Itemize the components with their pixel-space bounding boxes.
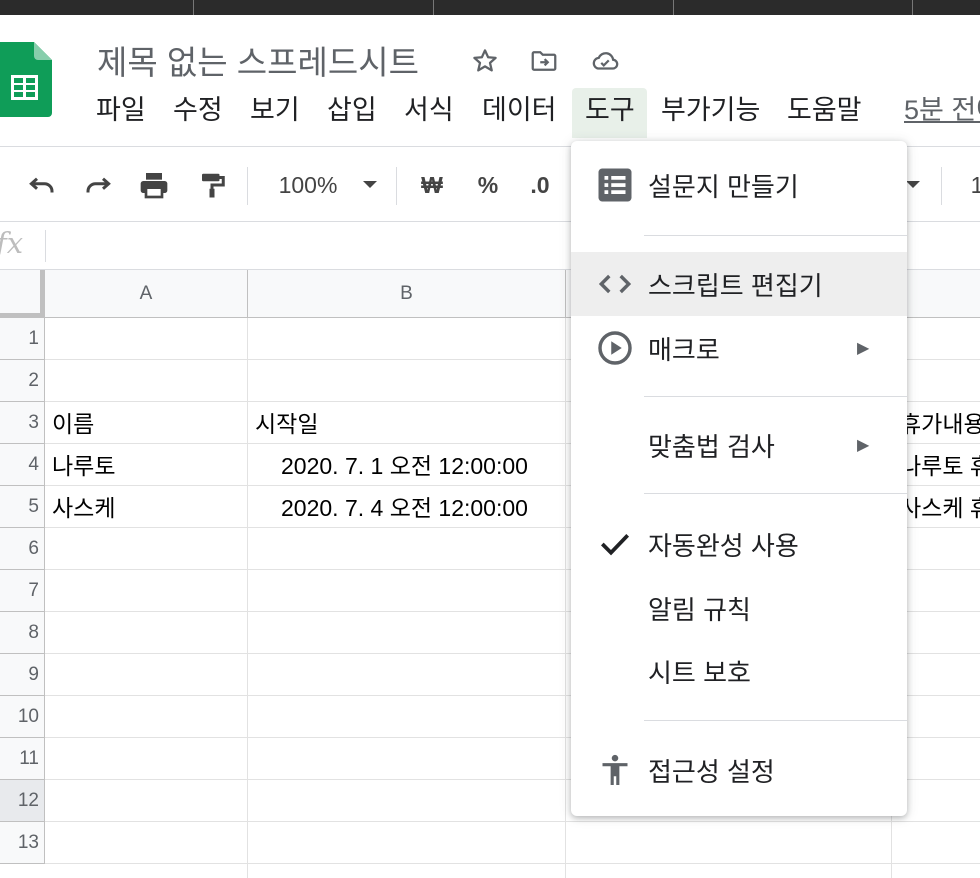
menu-item-script-editor[interactable]: 스크립트 편집기: [571, 252, 907, 316]
menu-item-spell-check[interactable]: 맞춤법 검사 ▶: [571, 413, 907, 477]
fx-icon: fx: [0, 226, 24, 260]
menu-item-accessibility[interactable]: 접근성 설정: [571, 738, 907, 802]
menu-data[interactable]: 데이터: [476, 88, 563, 138]
menu-format[interactable]: 서식: [398, 88, 460, 138]
submenu-arrow-icon: ▶: [857, 437, 870, 454]
zoom-select[interactable]: 100%: [268, 147, 348, 223]
cell-a3[interactable]: 이름: [52, 403, 94, 445]
row-header-5[interactable]: 5: [0, 486, 45, 528]
menu-item-label: 알림 규칙: [648, 594, 751, 625]
code-icon: [595, 264, 635, 304]
check-icon: [595, 524, 635, 564]
play-circle-icon: [595, 328, 635, 368]
row-header-1[interactable]: 1: [0, 318, 45, 360]
menu-file[interactable]: 파일: [90, 88, 152, 138]
cloud-saved-icon[interactable]: [587, 43, 623, 79]
move-to-folder-icon[interactable]: [526, 43, 562, 79]
cell-e4[interactable]: 나루토 휴: [900, 445, 980, 487]
menu-item-autocomplete[interactable]: 자동완성 사용: [571, 512, 907, 576]
menu-item-label: 접근성 설정: [648, 756, 775, 787]
row-header-8[interactable]: 8: [0, 612, 45, 654]
menu-item-label: 자동완성 사용: [648, 530, 799, 561]
print-icon[interactable]: [132, 147, 176, 223]
row-number: 1: [28, 327, 39, 349]
browser-top-strip: [0, 0, 980, 15]
font-size-field[interactable]: 1: [962, 147, 980, 223]
row-number: 3: [28, 411, 39, 433]
cell-e5[interactable]: 사스케 휴: [900, 487, 980, 529]
accessibility-icon: [595, 750, 635, 790]
submenu-arrow-icon: ▶: [857, 340, 870, 357]
row-number: 7: [28, 579, 39, 601]
row-number: 12: [17, 789, 39, 811]
cell-b3[interactable]: 시작일: [255, 403, 318, 445]
menu-addons[interactable]: 부가기능: [655, 88, 766, 138]
row-number: 6: [28, 537, 39, 559]
menu-item-protect-sheet[interactable]: 시트 보호: [571, 639, 907, 703]
star-icon[interactable]: [467, 43, 503, 79]
cell-b4[interactable]: 2020. 7. 1 오전 12:00:00: [281, 445, 528, 487]
menu-item-macros[interactable]: 매크로 ▶: [571, 316, 907, 380]
row-header-3[interactable]: 3: [0, 402, 45, 444]
menu-view[interactable]: 보기: [244, 88, 306, 138]
menu-tools[interactable]: 도구: [572, 88, 647, 138]
menu-item-label: 매크로: [648, 334, 720, 365]
row-header-13[interactable]: 13: [0, 822, 45, 864]
row-header-6[interactable]: 6: [0, 528, 45, 570]
select-all-corner[interactable]: [0, 270, 45, 318]
row-header-2[interactable]: 2: [0, 360, 45, 402]
menu-item-label: 스크립트 편집기: [648, 270, 823, 301]
row-header-11[interactable]: 11: [0, 738, 45, 780]
tools-menu: 설문지 만들기 스크립트 편집기 매크로 ▶ 맞춤법 검사 ▶ 자동완성 사용 …: [571, 141, 907, 816]
row-gridline: [45, 821, 980, 822]
paint-format-icon[interactable]: [190, 147, 234, 223]
cell-a4[interactable]: 나루토: [52, 445, 115, 487]
menu-help[interactable]: 도움말: [781, 88, 868, 138]
row-gridline: [45, 863, 980, 864]
menu-item-label: 시트 보호: [648, 657, 751, 688]
column-header-a[interactable]: A: [45, 270, 248, 318]
row-number: 13: [17, 831, 39, 853]
percent-format-button[interactable]: %: [470, 147, 506, 223]
row-number: 9: [28, 663, 39, 685]
row-number: 11: [19, 747, 39, 769]
cell-b5[interactable]: 2020. 7. 4 오전 12:00:00: [281, 487, 528, 529]
spreadsheet-app: 제목 없는 스프레드시트 파일 수정 보기 삽입 서식 데이터 도구 부가기능 …: [0, 0, 980, 878]
row-number: 2: [28, 369, 39, 391]
column-header-b[interactable]: B: [248, 270, 566, 318]
row-header-4[interactable]: 4: [0, 444, 45, 486]
row-number: 5: [28, 495, 39, 517]
redo-icon[interactable]: [76, 147, 120, 223]
document-title[interactable]: 제목 없는 스프레드시트: [97, 36, 419, 84]
row-number: 4: [28, 453, 39, 475]
menu-bar: 파일 수정 보기 삽입 서식 데이터 도구 부가기능 도움말 5분 전에: [0, 88, 980, 140]
undo-icon[interactable]: [20, 147, 64, 223]
cell-a5[interactable]: 사스케: [52, 487, 115, 529]
menu-item-label: 설문지 만들기: [648, 171, 799, 202]
cell-e3[interactable]: 휴가내용: [900, 403, 980, 445]
row-header-10[interactable]: 10: [0, 696, 45, 738]
menu-item-create-form[interactable]: 설문지 만들기: [571, 153, 907, 217]
currency-format-button[interactable]: ₩: [414, 147, 450, 223]
menu-item-notification-rules[interactable]: 알림 규칙: [571, 576, 907, 640]
row-header-7[interactable]: 7: [0, 570, 45, 612]
zoom-dropdown-icon[interactable]: [355, 147, 385, 223]
menu-item-label: 맞춤법 검사: [648, 431, 775, 462]
last-edit-link[interactable]: 5분 전에: [904, 88, 980, 133]
form-icon: [595, 165, 635, 205]
row-number: 8: [28, 621, 39, 643]
row-header-12[interactable]: 12: [0, 780, 45, 822]
menu-insert[interactable]: 삽입: [321, 88, 383, 138]
row-header-9[interactable]: 9: [0, 654, 45, 696]
row-number: 10: [17, 705, 39, 727]
menu-edit[interactable]: 수정: [167, 88, 229, 138]
decrease-decimal-button[interactable]: .0: [520, 147, 560, 223]
